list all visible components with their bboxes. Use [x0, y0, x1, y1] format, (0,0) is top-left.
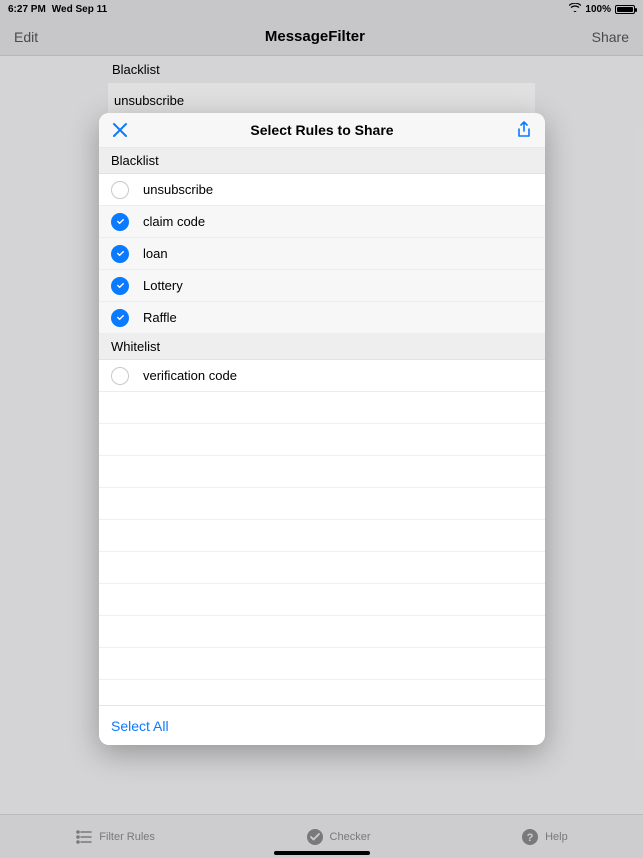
empty-row — [99, 616, 545, 648]
select-all-button[interactable]: Select All — [111, 718, 169, 734]
rule-row[interactable]: claim code — [99, 206, 545, 238]
empty-row — [99, 456, 545, 488]
tab-label: Help — [545, 831, 568, 843]
rule-label: Raffle — [143, 310, 177, 325]
rule-label: loan — [143, 246, 168, 261]
empty-row — [99, 552, 545, 584]
status-date: Wed Sep 11 — [52, 4, 107, 15]
home-indicator — [274, 851, 370, 855]
battery-icon — [615, 5, 635, 14]
empty-row — [99, 584, 545, 616]
rule-row[interactable]: unsubscribe — [99, 174, 545, 206]
empty-row — [99, 680, 545, 705]
check-circle-icon — [306, 828, 324, 846]
tab-help[interactable]: ? Help — [521, 828, 568, 846]
rule-row[interactable]: Raffle — [99, 302, 545, 334]
rule-row[interactable]: loan — [99, 238, 545, 270]
rule-label: claim code — [143, 214, 205, 229]
wifi-icon — [569, 3, 581, 15]
share-icon[interactable] — [515, 121, 533, 139]
help-icon: ? — [521, 828, 539, 846]
empty-row — [99, 648, 545, 680]
status-time: 6:27 PM — [8, 4, 46, 15]
tab-label: Checker — [330, 831, 371, 843]
list-icon — [75, 828, 93, 846]
modal-header: Select Rules to Share — [99, 113, 545, 148]
page-title: MessageFilter — [265, 28, 365, 45]
checkbox-icon[interactable] — [111, 181, 129, 199]
rule-row[interactable]: verification code — [99, 360, 545, 392]
tab-label: Filter Rules — [99, 831, 155, 843]
rule-label: unsubscribe — [143, 182, 213, 197]
rule-row[interactable]: Lottery — [99, 270, 545, 302]
rule-label: Lottery — [143, 278, 183, 293]
rule-label: verification code — [143, 368, 237, 383]
checkbox-checked-icon[interactable] — [111, 213, 129, 231]
battery-pct: 100% — [585, 4, 611, 15]
status-bar: 6:27 PM Wed Sep 11 100% — [0, 0, 643, 18]
modal-title: Select Rules to Share — [250, 122, 393, 138]
checkbox-checked-icon[interactable] — [111, 245, 129, 263]
empty-row — [99, 488, 545, 520]
checkbox-checked-icon[interactable] — [111, 277, 129, 295]
close-icon[interactable] — [111, 121, 129, 139]
tab-filter-rules[interactable]: Filter Rules — [75, 828, 155, 846]
modal-body: Blacklist unsubscribe claim code loan Lo… — [99, 148, 545, 705]
checkbox-icon[interactable] — [111, 367, 129, 385]
edit-button[interactable]: Edit — [14, 29, 38, 45]
svg-text:?: ? — [527, 832, 534, 844]
modal-footer: Select All — [99, 705, 545, 745]
empty-row — [99, 392, 545, 424]
share-button-nav[interactable]: Share — [592, 29, 629, 45]
nav-bar: Edit MessageFilter Share — [0, 18, 643, 56]
section-header-whitelist: Whitelist — [99, 334, 545, 360]
empty-row — [99, 424, 545, 456]
share-rules-modal: Select Rules to Share Blacklist unsubscr… — [99, 113, 545, 745]
bg-section-blacklist: Blacklist — [0, 56, 643, 83]
tab-checker[interactable]: Checker — [306, 828, 371, 846]
section-header-blacklist: Blacklist — [99, 148, 545, 174]
empty-row — [99, 520, 545, 552]
checkbox-checked-icon[interactable] — [111, 309, 129, 327]
